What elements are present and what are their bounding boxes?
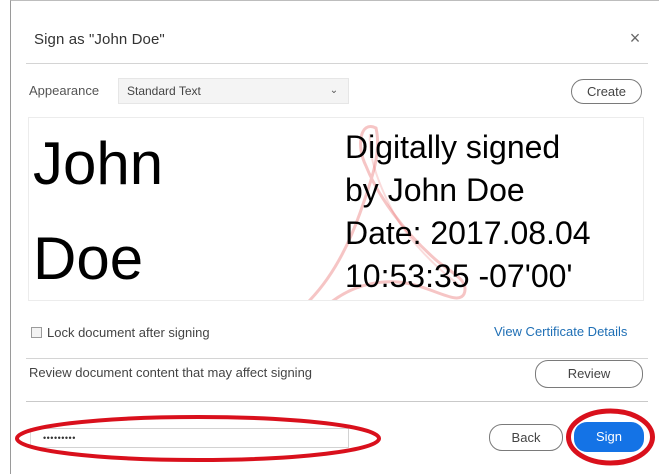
password-input[interactable] [30, 428, 349, 448]
signature-detail-line: Digitally signed [345, 129, 561, 165]
sign-button[interactable]: Sign [574, 422, 644, 452]
signature-detail-line: by John Doe [345, 172, 525, 208]
review-divider [26, 358, 648, 359]
dialog-title: Sign as "John Doe" [34, 31, 165, 48]
lock-document-label: Lock document after signing [47, 324, 210, 340]
signature-name-last: Doe [33, 225, 144, 292]
appearance-select-value: Standard Text [127, 84, 201, 98]
signature-detail-line: Date: 2017.08.04 [345, 215, 591, 251]
signature-detail-line: 10:53:35 -07'00' [345, 258, 573, 294]
back-button[interactable]: Back [489, 424, 563, 451]
chevron-down-icon: ⌄ [329, 85, 339, 96]
signature-preview: John Doe Digitally signed by John Doe Da… [28, 117, 644, 301]
footer-divider [26, 401, 648, 402]
view-certificate-link[interactable]: View Certificate Details [494, 324, 627, 339]
review-button[interactable]: Review [535, 360, 643, 388]
lock-document-option[interactable]: Lock document after signing [31, 323, 210, 341]
signature-name-first: John [33, 130, 164, 197]
lock-document-checkbox[interactable] [31, 326, 42, 338]
screenshot-root: Sign as "John Doe" × Appearance Standard… [0, 0, 659, 474]
close-icon[interactable]: × [626, 27, 644, 49]
create-button[interactable]: Create [571, 79, 642, 104]
appearance-label: Appearance [29, 83, 100, 98]
appearance-select[interactable]: Standard Text ⌄ [118, 78, 349, 104]
title-divider [26, 63, 648, 64]
review-message: Review document content that may affect … [29, 365, 313, 380]
